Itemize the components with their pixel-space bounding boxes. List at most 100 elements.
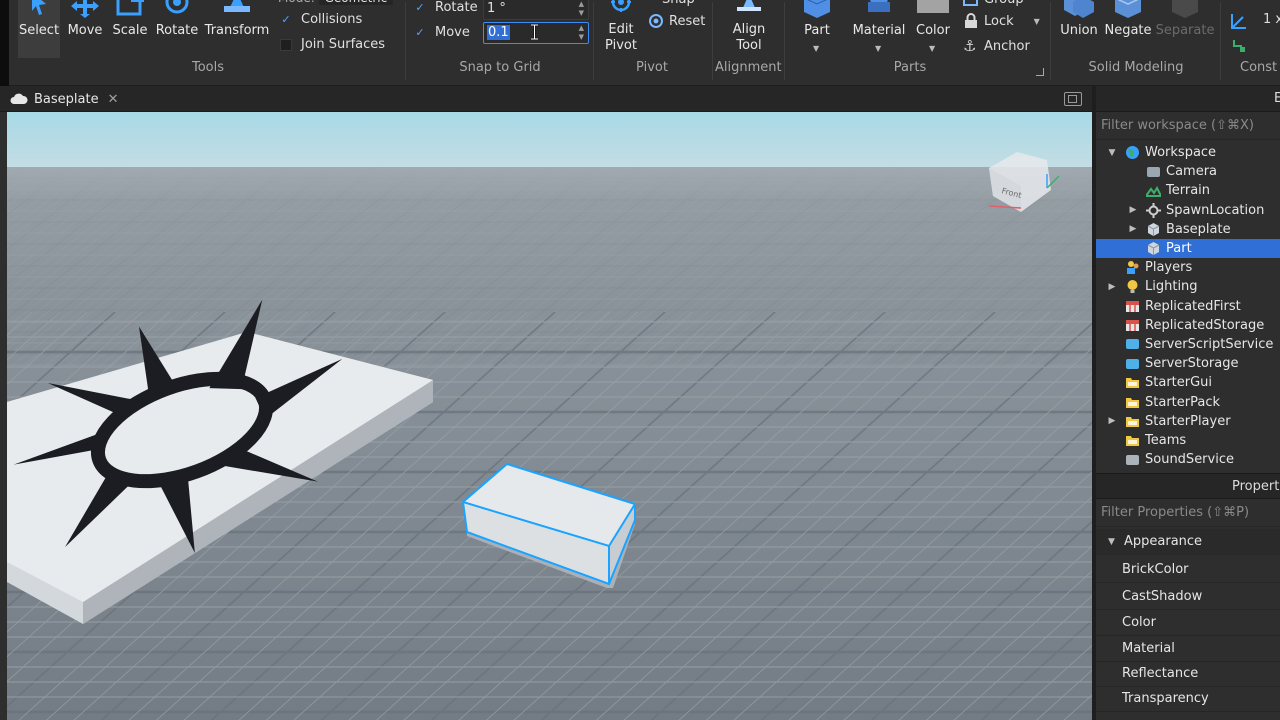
part-cube-icon [804,0,830,18]
folder-icon [1125,395,1140,410]
rotate-snap-toggle[interactable]: ✓ Rotate [414,0,478,15]
scale-label: Scale [112,23,148,38]
join-surfaces-label: Join Surfaces [301,37,386,52]
edit-pivot-button[interactable]: Edit Pivot [600,0,642,56]
explorer-item-camera[interactable]: Camera [1096,162,1280,181]
chevron-down-icon[interactable]: ▼ [1107,148,1117,158]
select-label: Select [18,23,60,38]
chevron-right-icon[interactable]: ▶ [1107,416,1117,426]
explorer-item-replicatedfirst[interactable]: ReplicatedFirst [1096,297,1280,316]
rotate-snap-input[interactable]: 1 ° ▲ ▼ [483,0,589,20]
edit-pivot-label: Edit Pivot [605,22,637,53]
explorer-item-serverscriptservice[interactable]: ServerScriptService [1096,335,1280,354]
right-panel: E Filter workspace (⇧⌘X) ▼ Workspace Camer… [1092,86,1280,720]
constraint-axis-icon[interactable] [1229,11,1249,31]
constraint-join-icon[interactable] [1230,38,1248,54]
constraint-value-partial: 1 x [1263,12,1280,27]
group-button-partial[interactable]: Group [963,0,1024,7]
document-tab-bar: Baseplate ✕ [0,86,1092,112]
players-icon [1125,260,1140,275]
explorer-item-terrain[interactable]: Terrain [1096,181,1280,200]
reset-pivot-button[interactable]: Reset [648,13,705,29]
transform-button[interactable]: Transform [205,0,269,58]
explorer-item-label: ServerStorage [1145,356,1239,372]
explorer-item-serverstorage[interactable]: ServerStorage [1096,354,1280,373]
property-row-transparency[interactable]: Transparency [1096,686,1280,712]
explorer-item-label: SoundService [1145,452,1234,468]
rotate-snap-label: Rotate [435,0,478,15]
explorer-title-partial: E [1274,91,1280,106]
align-tool-button[interactable]: Align Tool [726,0,772,56]
property-row-material[interactable]: Material [1096,636,1280,662]
collisions-label: Collisions [301,12,363,27]
explorer-item-starterpack[interactable]: StarterPack [1096,392,1280,411]
explorer-item-baseplate[interactable]: ▶ Baseplate [1096,220,1280,239]
rotate-snap-value: 1 ° [487,1,506,16]
close-icon[interactable]: ✕ [108,92,119,107]
scene-canvas[interactable]: Front [7,112,1092,720]
align-tool-label: Align Tool [732,22,766,53]
snap-pivot-partial: Snap [646,0,695,7]
anchor-button[interactable]: ⚓ Anchor [963,37,1030,55]
divider [405,2,406,80]
explorer-item-players[interactable]: Players [1096,258,1280,277]
explorer-header: E [1096,86,1280,112]
explorer-item-replicatedstorage[interactable]: ReplicatedStorage [1096,316,1280,335]
properties-category-appearance[interactable]: ▼ Appearance [1096,529,1280,555]
select-button[interactable]: Select [18,0,60,58]
folder-icon [1125,433,1140,448]
scale-button[interactable]: Scale [111,0,149,58]
explorer-item-label: ReplicatedStorage [1145,317,1265,333]
property-row-castshadow[interactable]: CastShadow [1096,584,1280,610]
chevron-down-icon[interactable]: ▼ [929,44,935,53]
move-button[interactable]: Move [66,0,104,58]
divider [712,2,713,80]
separate-button[interactable]: Separate [1156,0,1214,58]
expand-group-icon[interactable] [1036,68,1044,76]
folder-icon [1125,375,1140,390]
property-row-reflectance[interactable]: Reflectance [1096,661,1280,687]
explorer-item-teams[interactable]: Teams [1096,431,1280,450]
constraints-group-label: Const [1240,60,1278,75]
explorer-item-soundservice[interactable]: SoundService [1096,450,1280,469]
chevron-right-icon[interactable]: ▶ [1107,282,1117,292]
explorer-item-workspace[interactable]: ▼ Workspace [1096,143,1280,162]
rotate-button[interactable]: Rotate [155,0,199,58]
checkmark-icon: ✓ [281,13,291,26]
tab-baseplate[interactable]: Baseplate ✕ [10,86,119,112]
join-surfaces-toggle[interactable]: Join Surfaces [280,37,385,52]
maximize-icon[interactable] [1064,92,1082,106]
union-button[interactable]: Union [1058,0,1100,58]
color-swatch-icon [917,0,949,13]
property-name: Transparency [1122,691,1209,706]
explorer-item-part[interactable]: Part [1096,238,1280,259]
explorer-filter-input[interactable]: Filter workspace (⇧⌘X) [1096,112,1280,140]
negate-button[interactable]: Negate [1104,0,1152,58]
explorer-item-starterplayer[interactable]: ▶ StarterPlayer [1096,412,1280,431]
cloud-icon [10,93,28,104]
align-icon [737,0,761,11]
lock-button[interactable]: Lock ▼ [963,13,1040,29]
spinner-arrows-icon[interactable]: ▲ ▼ [579,24,584,42]
explorer-item-startergui[interactable]: StarterGui [1096,373,1280,392]
explorer-item-lighting[interactable]: ▶ Lighting [1096,277,1280,296]
3d-viewport[interactable]: Front [7,112,1092,720]
explorer-item-spawnlocation[interactable]: ▶ SpawnLocation [1096,201,1280,220]
chevron-down-icon[interactable]: ▼ [1034,17,1040,26]
properties-filter-input[interactable]: Filter Properties (⇧⌘P) [1096,499,1280,527]
collisions-toggle[interactable]: ✓ Collisions [280,12,362,27]
properties-filter-placeholder: Filter Properties (⇧⌘P) [1101,505,1250,520]
pivot-icon [611,0,631,12]
move-snap-toggle[interactable]: ✓ Move [414,25,469,40]
chevron-down-icon[interactable]: ▼ [813,44,819,53]
separate-icon [1172,0,1198,18]
chevron-down-icon[interactable]: ▼ [875,44,881,53]
move-arrows-icon [71,0,99,18]
property-row-color[interactable]: Color [1096,610,1280,636]
spinner-arrows-icon[interactable]: ▲ ▼ [579,0,584,18]
divider [784,2,785,80]
chevron-right-icon[interactable]: ▶ [1128,205,1138,215]
chevron-right-icon[interactable]: ▶ [1128,224,1138,234]
explorer-tree: ▼ Workspace Camera Terrain ▶ SpawnLocation ▶ Ba… [1096,143,1280,469]
property-row-brickcolor[interactable]: BrickColor [1096,557,1280,583]
